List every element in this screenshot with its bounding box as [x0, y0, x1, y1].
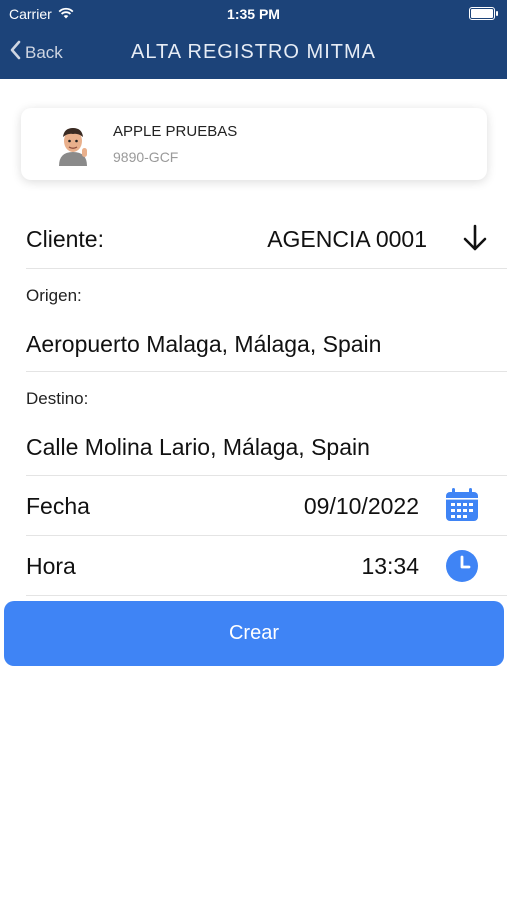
origen-row: Origen: Aeropuerto Malaga, Málaga, Spain: [26, 269, 507, 372]
navigation-bar: Back ALTA REGISTRO MITMA: [0, 28, 507, 79]
fecha-value: 09/10/2022: [303, 493, 419, 519]
hora-value: 13:34: [361, 553, 419, 579]
hora-row[interactable]: Hora 13:34: [26, 536, 507, 596]
status-time: 1:35 PM: [227, 6, 280, 22]
arrow-down-icon[interactable]: [462, 223, 488, 258]
destino-label: Destino:: [26, 389, 89, 408]
clock-icon[interactable]: [445, 549, 479, 588]
origen-label: Origen:: [26, 286, 82, 305]
cliente-value: AGENCIA 0001: [267, 226, 427, 252]
fecha-row[interactable]: Fecha 09/10/2022: [26, 476, 507, 536]
destino-value[interactable]: Calle Molina Lario, Málaga, Spain: [26, 434, 370, 461]
hora-label: Hora: [26, 553, 76, 579]
cliente-row[interactable]: Cliente: AGENCIA 0001: [26, 209, 507, 269]
status-bar: Carrier 1:35 PM: [0, 0, 507, 28]
cliente-label: Cliente:: [26, 226, 104, 252]
create-button[interactable]: Crear: [4, 601, 504, 666]
destino-row: Destino: Calle Molina Lario, Málaga, Spa…: [26, 372, 507, 476]
vehicle-plate: 9890-GCF: [113, 149, 179, 165]
origen-value[interactable]: Aeropuerto Malaga, Málaga, Spain: [26, 331, 381, 358]
user-card: APPLE PRUEBAS 9890-GCF: [21, 108, 487, 180]
fecha-label: Fecha: [26, 493, 90, 519]
avatar: [51, 122, 95, 166]
calendar-icon[interactable]: [444, 487, 480, 528]
user-name: APPLE PRUEBAS: [113, 123, 238, 140]
battery-icon: [469, 7, 498, 20]
page-title: ALTA REGISTRO MITMA: [131, 41, 376, 63]
